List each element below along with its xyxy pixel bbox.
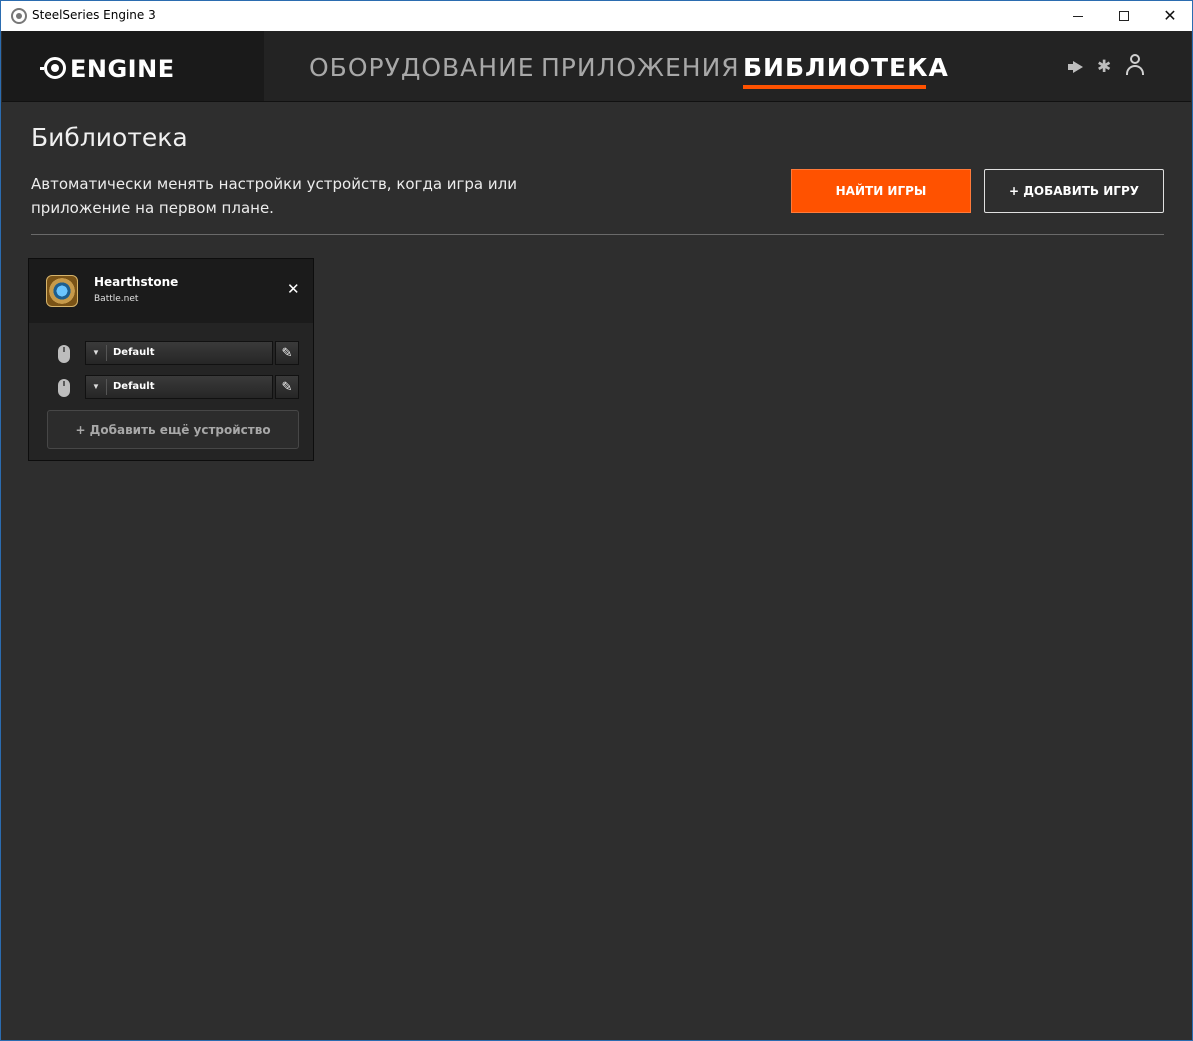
minimize-button[interactable] [1055,1,1101,31]
game-platform: Battle.net [94,294,139,304]
engine-logo[interactable]: ENGINE [2,31,264,101]
gear-icon[interactable]: ✱ [1097,57,1111,77]
game-card-header: Hearthstone Battle.net ✕ [29,259,313,323]
mouse-icon [58,379,70,397]
hearthstone-icon [46,275,78,307]
profile-name: Default [113,381,155,392]
dropdown-separator [106,345,107,361]
title-bar: SteelSeries Engine 3 ✕ [1,1,1192,31]
megaphone-icon[interactable] [1068,61,1084,73]
divider [31,234,1164,235]
device-row: ▼ Default ✎ [29,375,313,401]
library-content: Библиотека Автоматически менять настройк… [2,102,1191,1040]
user-icon[interactable] [1126,54,1144,76]
tab-hardware[interactable]: ОБОРУДОВАНИЕ [309,53,535,82]
profile-dropdown[interactable]: ▼ Default [85,375,273,399]
profile-dropdown[interactable]: ▼ Default [85,341,273,365]
find-games-button[interactable]: НАЙТИ ИГРЫ [791,169,971,213]
page-description: Автоматически менять настройки устройств… [31,175,517,217]
app-window: SteelSeries Engine 3 ✕ ENGINE ОБОРУДОВАН… [0,0,1193,1041]
profile-name: Default [113,347,155,358]
game-card: Hearthstone Battle.net ✕ ▼ Default ✎ ▼ D… [28,258,314,461]
maximize-button[interactable] [1101,1,1147,31]
chevron-down-icon: ▼ [92,382,100,391]
edit-profile-button[interactable]: ✎ [275,341,299,365]
dropdown-separator [106,379,107,395]
close-icon: ✕ [1163,6,1177,25]
pencil-icon: ✎ [281,379,293,394]
minimize-icon [1073,15,1083,17]
steelseries-logo-icon [40,57,78,79]
add-game-button[interactable]: + ДОБАВИТЬ ИГРУ [984,169,1164,213]
window-title: SteelSeries Engine 3 [32,8,156,22]
tab-library[interactable]: БИБЛИОТЕКА [743,53,949,82]
edit-profile-button[interactable]: ✎ [275,375,299,399]
remove-game-button[interactable]: ✕ [287,280,300,298]
logo-text: ENGINE [70,55,175,83]
maximize-icon [1119,11,1129,21]
top-navigation: ENGINE ОБОРУДОВАНИЕ ПРИЛОЖЕНИЯ БИБЛИОТЕК… [2,31,1191,102]
page-title: Библиотека [31,123,188,152]
active-tab-underline [743,85,926,89]
steelseries-app-icon [11,8,27,24]
mouse-icon [58,345,70,363]
game-name: Hearthstone [94,275,179,289]
close-window-button[interactable]: ✕ [1147,1,1193,31]
add-device-button[interactable]: + Добавить ещё устройство [47,410,299,449]
pencil-icon: ✎ [281,345,293,360]
chevron-down-icon: ▼ [92,348,100,357]
tab-apps[interactable]: ПРИЛОЖЕНИЯ [541,53,740,82]
device-row: ▼ Default ✎ [29,341,313,367]
